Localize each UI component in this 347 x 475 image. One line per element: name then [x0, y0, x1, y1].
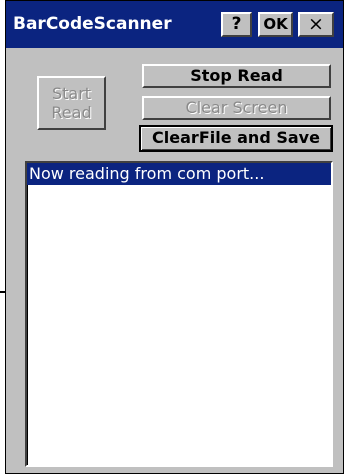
- ok-button[interactable]: OK: [258, 12, 293, 37]
- clear-file-and-save-button[interactable]: ClearFile and Save: [139, 125, 333, 152]
- close-button[interactable]: ×: [298, 12, 334, 37]
- window-title: BarCodeScanner: [13, 14, 172, 34]
- list-item[interactable]: Now reading from com port...: [27, 163, 331, 185]
- client-area: Start Read Stop Read Clear Screen ClearF…: [6, 48, 343, 473]
- help-button[interactable]: ?: [221, 12, 252, 37]
- screen: BarCodeScanner ? OK × Start Read Stop Re…: [0, 0, 347, 475]
- start-read-label-line2: Read: [51, 103, 92, 122]
- app-window: BarCodeScanner ? OK × Start Read Stop Re…: [5, 0, 344, 474]
- clear-screen-button[interactable]: Clear Screen: [142, 96, 331, 120]
- stop-read-button[interactable]: Stop Read: [142, 64, 331, 88]
- start-read-button[interactable]: Start Read: [37, 76, 106, 130]
- log-listbox[interactable]: Now reading from com port...: [25, 161, 333, 467]
- title-bar: BarCodeScanner ? OK ×: [6, 1, 343, 48]
- start-read-label-line1: Start: [51, 84, 92, 103]
